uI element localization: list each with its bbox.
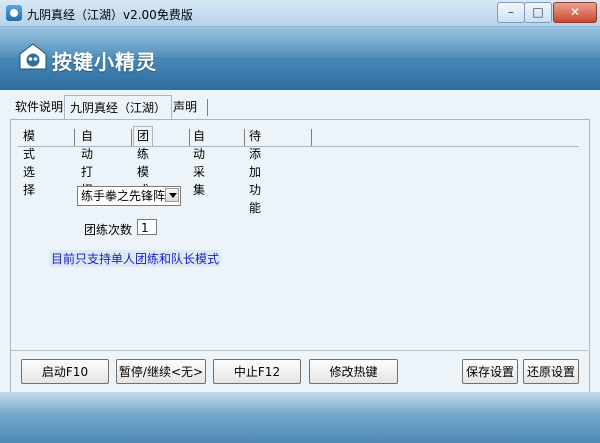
training-count-input[interactable]: 1 xyxy=(137,219,157,235)
main-tab-bar: 软件说明 九阴真经（江湖） 声明 xyxy=(10,95,590,120)
tab-separator xyxy=(131,129,132,146)
training-count-label: 团练次数 xyxy=(84,223,133,237)
sub-tab-divider xyxy=(18,146,579,147)
stop-button[interactable]: 中止F12 xyxy=(213,359,301,384)
edit-hotkey-button[interactable]: 修改热键 xyxy=(309,359,398,384)
minimize-button[interactable]: – xyxy=(497,2,525,23)
tab-statement[interactable]: 声明 xyxy=(168,97,202,117)
close-button[interactable]: ✕ xyxy=(553,2,597,23)
subtab-auto-gather[interactable]: 自动采集 xyxy=(190,127,208,197)
subtab-team-training[interactable]: 团练模式 xyxy=(133,126,154,197)
start-button[interactable]: 启动F10 xyxy=(21,359,109,384)
app-icon xyxy=(6,5,22,21)
footer-bar xyxy=(0,392,600,443)
tab-separator xyxy=(311,129,312,146)
tab-software-info[interactable]: 软件说明 xyxy=(10,97,68,117)
chevron-down-icon[interactable] xyxy=(165,188,179,202)
window-title: 九阴真经（江湖）v2.00免费版 xyxy=(27,8,193,22)
subtab-mode-select[interactable]: 模式选择 xyxy=(20,127,38,197)
save-settings-button[interactable]: 保存设置 xyxy=(462,359,518,384)
subtab-auto-fight[interactable]: 自动打怪 xyxy=(78,127,96,197)
subtab-pending-features[interactable]: 待添加功能 xyxy=(246,127,264,215)
banner: 按键小精灵 xyxy=(0,27,600,90)
pause-resume-button[interactable]: 暂停/继续<无> xyxy=(116,359,206,384)
app-window: 九阴真经（江湖）v2.00免费版 – □ ✕ 按键小精灵 软件说明 九阴真经（江… xyxy=(0,0,600,443)
tab-jiuyin-jianghu[interactable]: 九阴真经（江湖） xyxy=(64,95,173,120)
logo-text: 按键小精灵 xyxy=(52,50,157,74)
tab-separator xyxy=(74,129,75,146)
restore-settings-button[interactable]: 还原设置 xyxy=(523,359,579,384)
sprite-logo-icon xyxy=(19,43,47,70)
title-bar[interactable]: 九阴真经（江湖）v2.00免费版 – □ ✕ xyxy=(0,0,600,27)
support-note: 目前只支持单人团练和队长模式 xyxy=(49,250,222,267)
tab-separator xyxy=(207,99,208,116)
button-bar-divider xyxy=(11,350,588,351)
formation-select-value: 练手拳之先锋阵 xyxy=(81,189,166,203)
tab-separator xyxy=(244,129,245,146)
maximize-button[interactable]: □ xyxy=(524,2,552,23)
formation-select[interactable]: 练手拳之先锋阵 xyxy=(77,186,181,206)
